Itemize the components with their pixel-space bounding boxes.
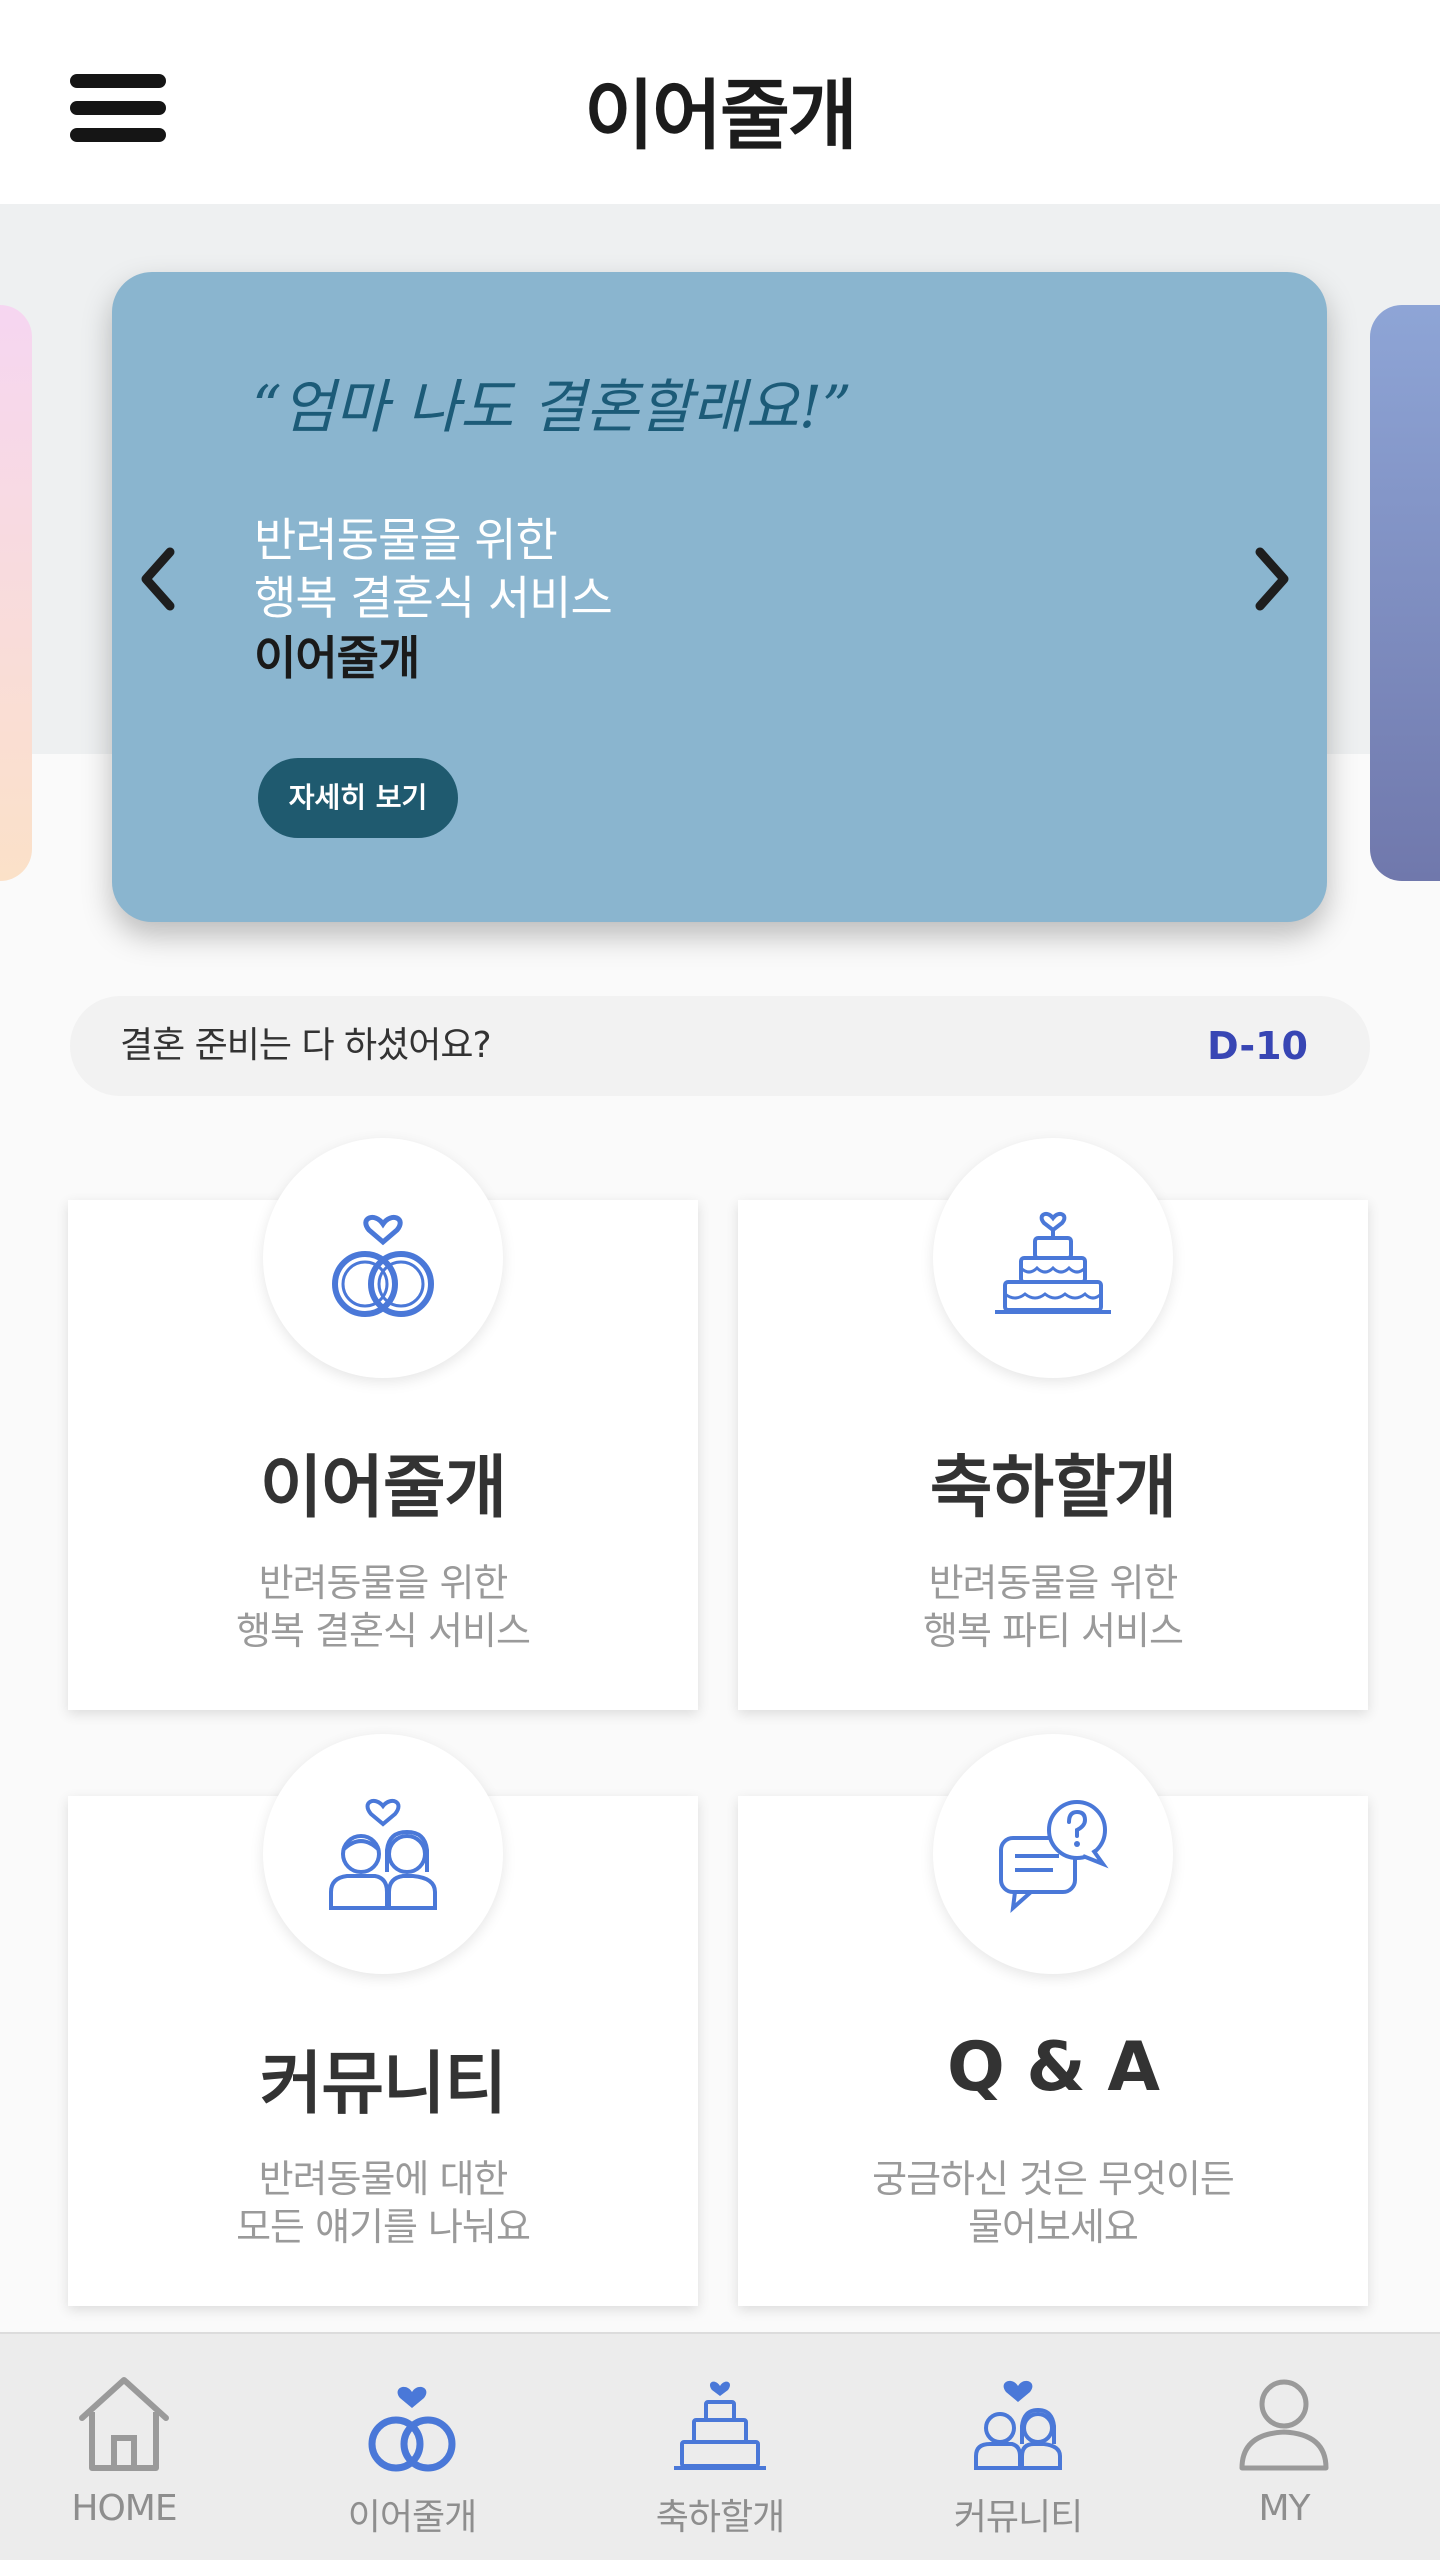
nav-item-wedding[interactable]: 이어줄개 [292, 2334, 532, 2560]
app-header: 이어줄개 [0, 0, 1440, 204]
nav-item-home[interactable]: HOME [4, 2334, 244, 2560]
hero-banner-card[interactable]: “엄마 나도 결혼할래요!” 반려동물을 위한 행복 결혼식 서비스 이어줄개 … [112, 272, 1327, 922]
service-desc-1: 반려동물을 위한 [258, 1561, 509, 1605]
wedding-cake-icon [674, 2381, 766, 2470]
service-desc-1: 반려동물에 대한 [258, 2157, 509, 2201]
nav-label: MY [1258, 2488, 1310, 2529]
hero-line-3: 이어줄개 [254, 631, 420, 685]
user-icon [1239, 2379, 1329, 2471]
bottom-navigation: HOME 이어줄개 축하할개 커뮤니티 MY [0, 2332, 1440, 2560]
dday-banner[interactable]: 결혼 준비는 다 하셨어요? D-10 [70, 996, 1370, 1096]
service-desc-1: 반려동물을 위한 [928, 1561, 1179, 1605]
app-screen: 이어줄개 “엄마 나도 결혼할래요!” 반려동물을 위한 행복 결혼식 서비스 … [0, 0, 1440, 2560]
carousel-next-slide[interactable] [1370, 305, 1440, 881]
wedding-cake-icon [933, 1138, 1173, 1378]
service-desc-2: 물어보세요 [968, 2205, 1139, 2249]
service-desc-2: 모든 얘기를 나눠요 [236, 2205, 531, 2249]
couple-icon [263, 1734, 503, 1974]
service-title: Q & A [946, 2028, 1160, 2107]
nav-item-community[interactable]: 커뮤니티 [898, 2334, 1138, 2560]
view-details-button[interactable]: 자세히 보기 [258, 758, 458, 838]
service-desc-2: 행복 결혼식 서비스 [236, 1609, 531, 1653]
nav-label: 커뮤니티 [953, 2497, 1083, 2538]
service-desc-2: 행복 파티 서비스 [923, 1609, 1184, 1653]
service-title: 커뮤니티 [259, 2045, 507, 2124]
question-chat-icon [933, 1734, 1173, 1974]
chevron-left-icon[interactable] [126, 534, 186, 624]
home-icon [79, 2377, 169, 2471]
dday-value: D-10 [1207, 1024, 1308, 1068]
wedding-rings-icon [368, 2386, 456, 2472]
nav-label: 이어줄개 [347, 2497, 477, 2538]
nav-label: HOME [71, 2488, 177, 2529]
service-desc-1: 궁금하신 것은 무엇이든 [872, 2157, 1235, 2201]
nav-label: 축하할개 [655, 2497, 785, 2538]
hero-quote: “엄마 나도 결혼할래요!” [252, 373, 852, 441]
hero-line-2: 행복 결혼식 서비스 [254, 571, 613, 625]
nav-item-party[interactable]: 축하할개 [600, 2334, 840, 2560]
dday-question: 결혼 준비는 다 하셨어요? [120, 1025, 492, 1066]
page-title: 이어줄개 [584, 71, 858, 160]
wedding-rings-icon [263, 1138, 503, 1378]
nav-item-my[interactable]: MY [1164, 2334, 1404, 2560]
hero-line-1: 반려동물을 위한 [254, 513, 558, 567]
carousel-prev-slide[interactable] [0, 305, 32, 881]
service-title: 축하할개 [929, 1449, 1177, 1528]
couple-icon [974, 2380, 1062, 2470]
service-title: 이어줄개 [259, 1449, 507, 1528]
chevron-right-icon[interactable] [1244, 534, 1304, 624]
